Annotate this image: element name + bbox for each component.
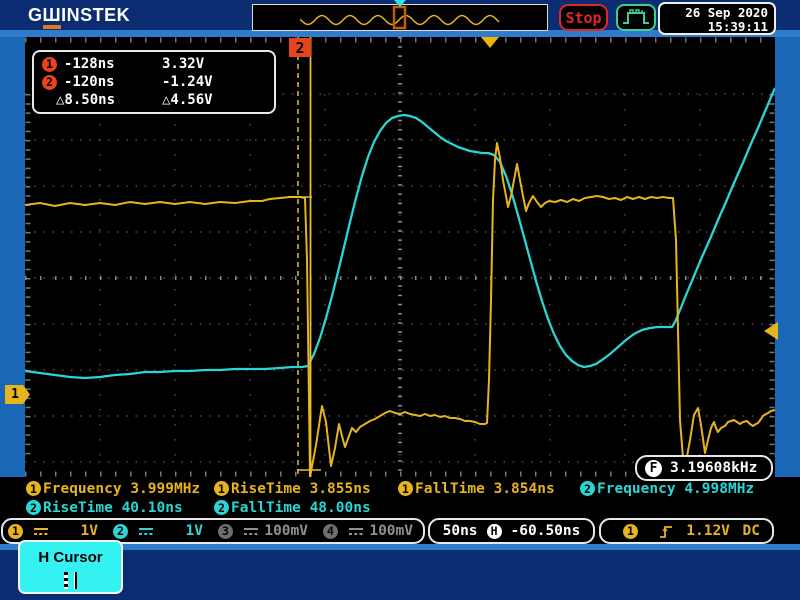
meas-value: 48.00ns — [310, 500, 371, 516]
meas-label: Frequency — [43, 481, 122, 497]
h-position-value: -60.50ns — [511, 523, 581, 539]
cursor-delta-row: △8.50ns △4.56V — [42, 91, 266, 109]
dc-coupling-icon — [242, 525, 260, 537]
ch2-badge: 2 — [113, 524, 128, 539]
dc-coupling-icon — [32, 525, 50, 537]
gwinstek-logo: GШINSTEK — [28, 5, 130, 26]
meas-label: FallTime — [231, 500, 301, 516]
meas-ch2-frequency: 2 Frequency 4.998MHz — [580, 479, 754, 498]
date-text: 26 Sep 2020 — [660, 6, 768, 20]
ch2-badge: 2 — [214, 500, 229, 515]
h-cursor-icon — [60, 572, 82, 589]
trigger-position-marker[interactable] — [481, 37, 499, 48]
rising-edge-icon — [658, 523, 674, 540]
ch4-scale: 100mV — [369, 523, 413, 539]
acquisition-preview-bar[interactable] — [252, 4, 548, 31]
meas-value: 3.855ns — [310, 481, 371, 497]
cursor-readout-panel: 1 -128ns 3.32V 2 -120ns -1.24V △8.50ns △… — [32, 50, 276, 114]
meas-label: RiseTime — [43, 500, 113, 516]
cursor-delta-time: △8.50ns — [56, 92, 162, 108]
cursor2-badge: 2 — [42, 75, 57, 90]
cursor-row-1: 1 -128ns 3.32V — [42, 55, 266, 73]
ch1-scale: 1V — [81, 523, 98, 539]
logo-g: G — [28, 5, 43, 25]
stop-button[interactable]: Stop — [559, 4, 608, 31]
meas-ch2-risetime: 2 RiseTime 40.10ns — [26, 498, 183, 517]
ch1-settings[interactable]: 1 1V — [3, 523, 108, 539]
cursor-delta-volt: △4.56V — [162, 92, 213, 108]
trigger-coupling-value: DC — [743, 523, 760, 539]
h-cursor-button[interactable]: H Cursor — [18, 540, 123, 594]
logo-rest: INSTEK — [61, 5, 130, 25]
preview-trigger-indicator-icon — [394, 0, 406, 7]
time-text: 15:39:11 — [660, 20, 768, 34]
meas-label: FallTime — [415, 481, 485, 497]
meas-ch1-frequency: 1 Frequency 3.999MHz — [26, 479, 200, 498]
meas-ch1-falltime: 1 FallTime 3.854ns — [398, 479, 555, 498]
cursor2-volt: -1.24V — [162, 74, 213, 90]
h-position-icon: H — [487, 524, 502, 539]
ch2-settings[interactable]: 2 1V — [108, 523, 213, 539]
dc-coupling-icon — [137, 525, 155, 537]
dc-coupling-icon — [347, 525, 365, 537]
ch4-settings[interactable]: 4 100mV — [318, 523, 423, 539]
trigger-source-badge: 1 — [623, 524, 638, 539]
cursor1-volt: 3.32V — [162, 56, 204, 72]
timebase-bar[interactable]: 50ns H -60.50ns — [428, 518, 595, 544]
ch3-badge: 3 — [218, 524, 233, 539]
ch1-badge: 1 — [398, 481, 413, 496]
ch3-scale: 100mV — [264, 523, 308, 539]
ch2-badge: 2 — [580, 481, 595, 496]
preview-waveform — [253, 5, 547, 30]
cursor1-time: -128ns — [64, 56, 162, 72]
cursor1-badge: 1 — [42, 57, 57, 72]
meas-value: 4.998MHz — [684, 481, 754, 497]
trigger-settings-bar[interactable]: 1 1.12V DC — [599, 518, 774, 544]
timebase-value: 50ns — [443, 523, 478, 539]
h-cursor-label: H Cursor — [20, 549, 121, 566]
ch1-ground-label: 1 — [11, 387, 19, 402]
ch1-badge: 1 — [214, 481, 229, 496]
ch3-settings[interactable]: 3 100mV — [213, 523, 318, 539]
trigger-frequency-value: 3.19608kHz — [670, 460, 757, 476]
freq-counter-icon: F — [645, 460, 662, 477]
ch2-badge: 2 — [26, 500, 41, 515]
meas-value: 3.854ns — [494, 481, 555, 497]
ch1-badge: 1 — [26, 481, 41, 496]
pulse-icon — [620, 8, 652, 28]
meas-label: Frequency — [597, 481, 676, 497]
preview-window-marker[interactable] — [394, 7, 405, 28]
pulse-mode-button[interactable] — [616, 4, 656, 31]
trigger-level-value: 1.12V — [686, 523, 730, 539]
meas-label: RiseTime — [231, 481, 301, 497]
preview-sine-path — [301, 16, 499, 25]
meas-value: 3.999MHz — [130, 481, 200, 497]
datetime-display: 26 Sep 2020 15:39:11 — [658, 2, 776, 35]
ch2-scale: 1V — [186, 523, 203, 539]
cursor2-time: -120ns — [64, 74, 162, 90]
ch4-badge: 4 — [323, 524, 338, 539]
cursor-row-2: 2 -120ns -1.24V — [42, 73, 266, 91]
ch1-badge: 1 — [8, 524, 23, 539]
stop-label: Stop — [565, 9, 601, 27]
cursor2-label-box[interactable]: 2 — [289, 38, 311, 57]
logo-w: Ш — [43, 5, 62, 29]
meas-ch2-falltime: 2 FallTime 48.00ns — [214, 498, 371, 517]
meas-ch1-risetime: 1 RiseTime 3.855ns — [214, 479, 371, 498]
meas-value: 40.10ns — [122, 500, 183, 516]
cursor2-label: 2 — [295, 39, 304, 57]
trigger-level-marker[interactable] — [764, 322, 778, 340]
trigger-frequency-box: F 3.19608kHz — [635, 455, 773, 481]
ch1-trace — [25, 143, 775, 477]
